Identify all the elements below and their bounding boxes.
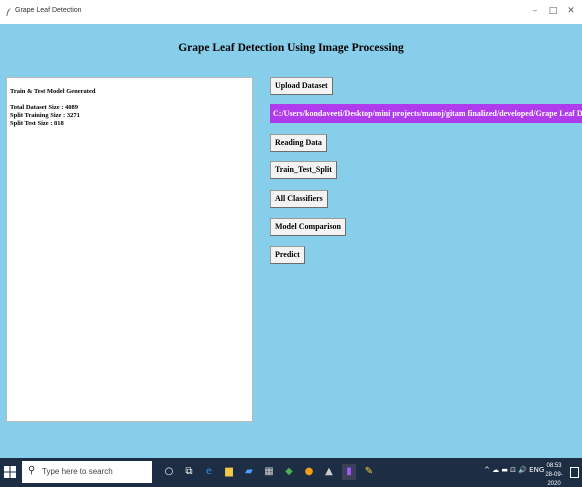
log-line-test: Split Test Size : 818: [10, 120, 64, 127]
windows-start-icon[interactable]: [4, 466, 16, 478]
minimize-button[interactable]: –: [528, 4, 542, 18]
upload-dataset-button[interactable]: Upload Dataset: [270, 77, 333, 95]
window-title: Grape Leaf Detection: [15, 7, 82, 14]
log-line-train: Split Training Size : 3271: [10, 112, 80, 119]
close-button[interactable]: ✕: [564, 4, 578, 18]
clock-date: 28-09-2020: [545, 472, 563, 487]
chrome-icon[interactable]: ●: [302, 464, 316, 480]
store-icon[interactable]: ▰: [242, 464, 256, 480]
calculator-icon[interactable]: ▦: [262, 464, 276, 480]
task-view-icon[interactable]: ⧉: [182, 464, 196, 480]
notification-icon[interactable]: [570, 467, 579, 478]
pen-app-icon[interactable]: ✎: [362, 464, 376, 480]
clock-time: 08:53: [546, 463, 562, 469]
all-classifiers-button[interactable]: All Classifiers: [270, 190, 328, 208]
log-line-total: Total Dataset Size : 4089: [10, 104, 79, 111]
app-window: Grape Leaf Detection Using Image Process…: [0, 24, 582, 458]
app-icon[interactable]: ▲: [322, 464, 336, 480]
vs-code-icon[interactable]: ▮: [342, 464, 356, 480]
dataset-path-label: C:/Users/kondaveeti/Desktop/mini project…: [270, 104, 582, 123]
reading-data-button[interactable]: Reading Data: [270, 134, 327, 152]
output-text-area[interactable]: Train & Test Model Generated Total Datas…: [6, 77, 253, 422]
feather-icon: [6, 8, 11, 16]
taskbar-search-input[interactable]: ⚲ Type here to search: [22, 461, 152, 483]
clock[interactable]: 08:53 28-09-2020: [540, 462, 568, 487]
file-explorer-icon[interactable]: ▆: [222, 464, 236, 480]
python-icon[interactable]: ◆: [282, 464, 296, 480]
cortana-icon[interactable]: ○: [162, 464, 176, 480]
train-test-split-button[interactable]: Train_Test_Split: [270, 161, 337, 179]
edge-browser-icon[interactable]: e: [202, 464, 216, 480]
taskbar: ⚲ Type here to search ○ ⧉ e ▆ ▰ ▦ ◆ ● ▲ …: [0, 458, 582, 487]
predict-button[interactable]: Predict: [270, 246, 305, 264]
maximize-button[interactable]: □: [546, 4, 560, 18]
search-icon: ⚲: [28, 465, 36, 476]
search-placeholder: Type here to search: [42, 467, 113, 476]
model-comparison-button[interactable]: Model Comparison: [270, 218, 346, 236]
log-line-status: Train & Test Model Generated: [10, 88, 96, 95]
title-bar: Grape Leaf Detection – □ ✕: [0, 0, 582, 24]
page-title: Grape Leaf Detection Using Image Process…: [178, 42, 404, 54]
system-tray[interactable]: ^ ☁ ▬ ⊡ 🔊 ENG: [484, 466, 544, 474]
